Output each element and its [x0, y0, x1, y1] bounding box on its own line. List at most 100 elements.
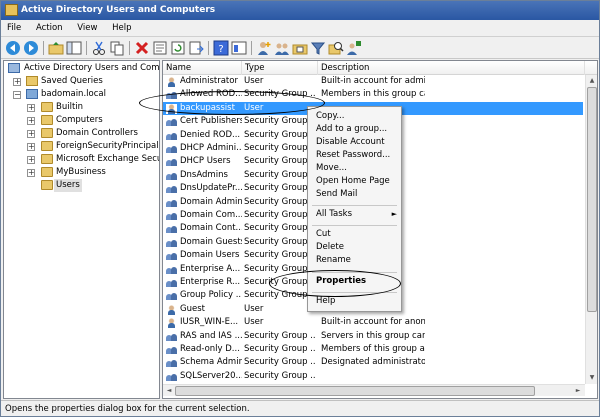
vertical-scroll-thumb[interactable]	[587, 87, 597, 312]
folder-icon	[41, 102, 53, 112]
row-type: User	[244, 303, 264, 314]
group-icon	[166, 211, 177, 221]
row-type: Security Group ...	[244, 196, 316, 207]
table-row[interactable]: RAS and IAS ... Security Group ... Servers…	[163, 330, 583, 343]
column-name[interactable]: Name	[163, 61, 242, 75]
table-row[interactable]: Schema Admins Security Group ... Designate…	[163, 356, 583, 369]
row-name: DnsAdmins	[180, 169, 228, 180]
menu-item-open-home-page[interactable]: Open Home Page	[308, 175, 401, 188]
row-name: DHCP Admini...	[180, 143, 242, 153]
expand-builtin-icon[interactable]: +	[27, 104, 35, 112]
menu-item-cut[interactable]: Cut	[308, 228, 401, 241]
row-type: Security Group ...	[244, 143, 316, 153]
scroll-up-icon[interactable]: ▲	[587, 76, 597, 86]
copy-icon[interactable]	[109, 40, 125, 56]
menu-item-copy[interactable]: Copy...	[308, 110, 401, 123]
new-ou-icon[interactable]	[292, 40, 308, 56]
row-type: Security Group ...	[244, 357, 316, 368]
menu-item-rename[interactable]: Rename	[308, 254, 401, 267]
refresh-icon[interactable]	[170, 40, 186, 56]
domain-icon	[26, 89, 38, 99]
cut-icon[interactable]	[91, 40, 107, 56]
group-icon	[166, 278, 177, 288]
expand-computers-icon[interactable]: +	[27, 117, 35, 125]
group-icon	[166, 157, 177, 167]
row-name: Cert Publishers	[180, 116, 242, 127]
row-type: Security Group ...	[244, 236, 316, 247]
menu-separator	[312, 225, 397, 226]
table-row[interactable]: SQLServer20... Security Group ...	[163, 370, 583, 383]
group-icon	[166, 358, 177, 368]
show-tree-icon[interactable]	[66, 40, 82, 56]
menu-item-add-to-group[interactable]: Add to a group...	[308, 123, 401, 136]
expand-mybusiness-icon[interactable]: +	[27, 169, 35, 177]
row-type: Security Group ...	[244, 223, 316, 234]
expand-domain-controllers-icon[interactable]: +	[27, 130, 35, 138]
mmc-view-icon[interactable]	[231, 40, 247, 56]
menu-action[interactable]: Action	[30, 20, 69, 37]
group-icon	[166, 117, 177, 127]
menu-item-send-mail[interactable]: Send Mail	[308, 188, 401, 201]
forward-icon[interactable]	[23, 40, 39, 56]
new-user-icon[interactable]	[256, 40, 272, 56]
expand-saved-queries-icon[interactable]: +	[13, 78, 21, 86]
menu-item-reset-password[interactable]: Reset Password...	[308, 149, 401, 162]
filter-icon[interactable]	[310, 40, 326, 56]
table-row[interactable]: IUSR_WIN-E... User Built-in account for an…	[163, 316, 583, 329]
app-icon	[5, 4, 18, 16]
collapse-domain-icon[interactable]: −	[13, 91, 21, 99]
group-icon	[166, 332, 177, 342]
menu-item-help[interactable]: Help	[308, 295, 401, 308]
properties-page-icon[interactable]	[152, 40, 168, 56]
console-tree: Active Directory Users and Comput + Save…	[3, 60, 160, 399]
menu-item-delete[interactable]: Delete	[308, 241, 401, 254]
menu-item-move[interactable]: Move...	[308, 162, 401, 175]
up-folder-icon[interactable]	[48, 40, 64, 56]
menu-view[interactable]: View	[71, 20, 103, 37]
delete-icon[interactable]	[134, 40, 150, 56]
new-group-icon[interactable]	[274, 40, 290, 56]
menu-file[interactable]: File	[1, 20, 27, 37]
row-type: Security Group ...	[244, 370, 316, 381]
row-name: Read-only D...	[180, 344, 240, 354]
menu-item-disable-account[interactable]: Disable Account	[308, 136, 401, 149]
group-icon	[166, 291, 177, 301]
export-list-icon[interactable]	[188, 40, 204, 56]
back-icon[interactable]	[5, 40, 21, 56]
menu-help[interactable]: Help	[106, 20, 137, 37]
submenu-arrow-icon: ►	[391, 210, 397, 218]
highlight-ellipse-properties	[269, 270, 401, 297]
group-icon	[166, 238, 177, 248]
row-type: Security Group ...	[244, 183, 316, 194]
group-icon	[166, 198, 177, 208]
expand-fsp-icon[interactable]: +	[27, 143, 35, 151]
column-description[interactable]: Description	[318, 61, 585, 75]
scroll-down-icon[interactable]: ▼	[587, 373, 597, 383]
row-name: Domain Com...	[180, 210, 242, 220]
column-type[interactable]: Type	[242, 61, 318, 75]
scroll-left-icon[interactable]: ◄	[164, 386, 174, 396]
add-to-group-icon[interactable]	[346, 40, 362, 56]
vertical-scrollbar[interactable]: ▲ ▼	[585, 75, 597, 384]
user-icon	[166, 318, 177, 329]
horizontal-scroll-thumb[interactable]	[175, 386, 535, 396]
row-name: Domain Guests	[180, 236, 242, 247]
row-description: Members in this group can ...	[321, 89, 425, 100]
row-name: Schema Admins	[180, 357, 242, 368]
title-bar: Active Directory Users and Computers	[1, 1, 599, 20]
svg-text:?: ?	[218, 44, 223, 55]
expand-exchange-icon[interactable]: +	[27, 156, 35, 164]
row-type: Security Group ...	[244, 156, 316, 167]
find-icon[interactable]	[328, 40, 344, 56]
scroll-right-icon[interactable]: ►	[573, 386, 583, 396]
table-row[interactable]: Read-only D... Security Group ... Members …	[163, 343, 583, 356]
table-row[interactable]: SQLServer20...Security Group ... Members …	[163, 397, 583, 399]
row-type: Security Group ...	[244, 397, 316, 399]
app-window: Active Directory Users and Computers Fil…	[0, 0, 600, 417]
horizontal-scrollbar[interactable]: ◄ ►	[163, 384, 585, 396]
help-icon[interactable]: ?	[213, 40, 229, 56]
table-row[interactable]: Administrator User Built-in account for ad…	[163, 75, 583, 88]
menu-item-all-tasks[interactable]: All Tasks ►	[308, 208, 401, 221]
group-icon	[166, 251, 177, 261]
row-description: Servers in this group can ...	[321, 330, 425, 341]
